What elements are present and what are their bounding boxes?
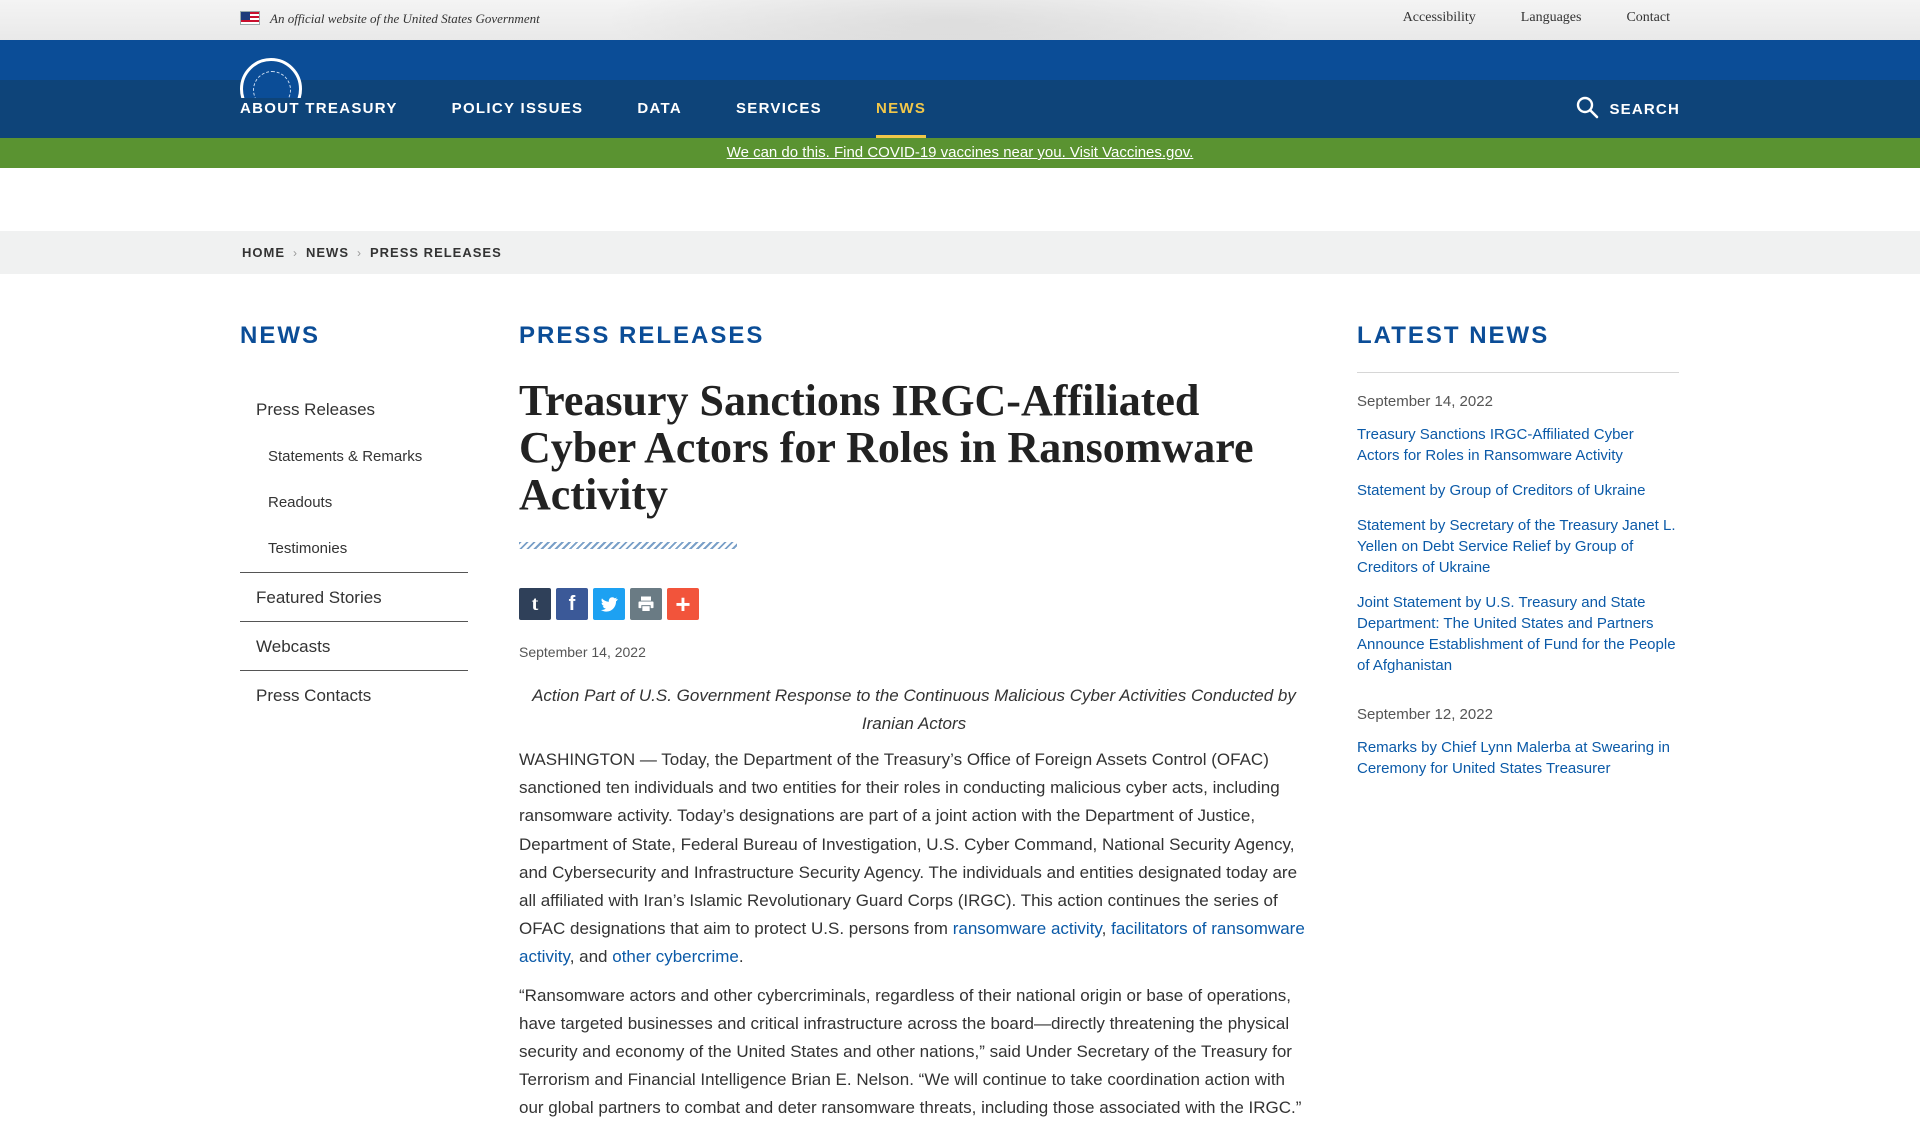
us-flag-icon	[240, 11, 260, 25]
sidebar-item-readouts[interactable]: Readouts	[240, 480, 468, 526]
breadcrumb-news[interactable]: NEWS	[306, 245, 349, 260]
latest-news-item[interactable]: Statement by Group of Creditors of Ukrai…	[1357, 480, 1679, 501]
nav-services[interactable]: SERVICES	[736, 80, 822, 138]
latest-news-item[interactable]: Statement by Secretary of the Treasury J…	[1357, 515, 1679, 578]
breadcrumb-press-releases: PRESS RELEASES	[370, 245, 502, 260]
sidebar-item-featured-stories[interactable]: Featured Stories	[240, 572, 468, 621]
latest-news-item[interactable]: Treasury Sanctions IRGC-Affiliated Cyber…	[1357, 424, 1679, 466]
press-release-subhead: Action Part of U.S. Government Response …	[532, 686, 1296, 733]
more-share-icon[interactable]: +	[667, 588, 699, 620]
nav-data[interactable]: DATA	[637, 80, 682, 138]
latest-news-title: LATEST NEWS	[1357, 322, 1550, 349]
accessibility-link[interactable]: Accessibility	[1403, 10, 1476, 26]
body-paragraph-1-separator: ,	[1101, 919, 1112, 939]
tumblr-icon[interactable]: t	[519, 588, 551, 620]
nav-news[interactable]: NEWS	[875, 80, 927, 138]
chevron-right-icon: ›	[293, 245, 298, 260]
page-title: Treasury Sanctions IRGC-Affiliated Cyber…	[519, 376, 1254, 519]
sidebar-item-press-releases[interactable]: Press Releases	[240, 386, 468, 434]
press-release-date: September 14, 2022	[519, 644, 646, 660]
latest-news-item[interactable]: Joint Statement by U.S. Treasury and Sta…	[1357, 592, 1679, 676]
latest-news: LATEST NEWS September 14, 2022 Treasury …	[1357, 322, 1679, 779]
share-toolbar: t f +	[519, 588, 1309, 620]
twitter-icon[interactable]	[593, 588, 625, 620]
body-paragraph-1-separator: , and	[569, 947, 613, 967]
latest-news-item[interactable]: Remarks by Chief Lynn Malerba at Swearin…	[1357, 737, 1679, 779]
ransomware-activity-link[interactable]: ransomware activity	[953, 919, 1102, 938]
other-cybercrime-link[interactable]: other cybercrime	[612, 947, 739, 966]
sidebar-item-statements-remarks[interactable]: Statements & Remarks	[240, 434, 468, 480]
body-paragraph-1-text: WASHINGTON — Today, the Department of th…	[519, 750, 1298, 939]
official-site-text: An official website of the United States…	[270, 11, 540, 26]
search-label: SEARCH	[1609, 100, 1680, 118]
utility-links: Accessibility Languages Contact	[1403, 10, 1670, 26]
nav-policy-issues[interactable]: POLICY ISSUES	[452, 80, 584, 138]
main-content: PRESS RELEASES Treasury Sanctions IRGC-A…	[519, 322, 1309, 1123]
covid-banner: We can do this. Find COVID-19 vaccines n…	[0, 138, 1920, 168]
body-paragraph-2: “Ransomware actors and other cybercrimin…	[519, 985, 1302, 1118]
decorative-divider	[519, 542, 737, 549]
sidebar-item-webcasts[interactable]: Webcasts	[240, 621, 468, 670]
search-icon	[1575, 95, 1599, 123]
body-paragraph-1: WASHINGTON — Today, the Department of th…	[519, 746, 1309, 972]
body-paragraph-1-end: .	[738, 947, 744, 967]
sidebar-menu: Press Releases Statements & Remarks Read…	[240, 386, 468, 719]
contact-link[interactable]: Contact	[1626, 10, 1670, 26]
sidebar-item-testimonies[interactable]: Testimonies	[240, 526, 468, 572]
facebook-icon[interactable]: f	[556, 588, 588, 620]
latest-news-date: September 12, 2022	[1357, 706, 1493, 723]
print-icon[interactable]	[630, 588, 662, 620]
section-title: PRESS RELEASES	[519, 322, 765, 349]
search-button[interactable]: SEARCH	[1575, 80, 1680, 138]
divider	[1357, 372, 1679, 373]
sidebar-title: NEWS	[240, 322, 320, 349]
sidebar-item-press-contacts[interactable]: Press Contacts	[240, 670, 468, 719]
treasury-seal-logo[interactable]	[240, 58, 302, 98]
covid-vaccine-link[interactable]: We can do this. Find COVID-19 vaccines n…	[727, 144, 1194, 161]
languages-link[interactable]: Languages	[1521, 10, 1582, 26]
breadcrumb: HOME › NEWS › PRESS RELEASES	[0, 231, 1920, 274]
gov-banner: An official website of the United States…	[0, 0, 1920, 80]
breadcrumb-home[interactable]: HOME	[242, 245, 285, 260]
chevron-right-icon: ›	[357, 245, 362, 260]
latest-news-date: September 14, 2022	[1357, 393, 1493, 410]
